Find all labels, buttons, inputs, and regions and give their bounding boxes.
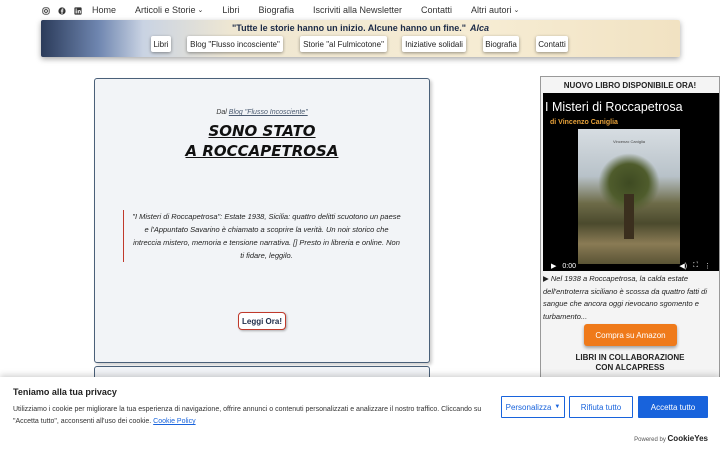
cookie-text: Utilizziamo i cookie per migliorare la t… — [13, 406, 482, 425]
nav-articoli-e-storie[interactable]: Articoli e Storie ⌄ — [135, 5, 203, 15]
banner-menu: Libri Blog "Flusso incosciente" Storie "… — [41, 36, 680, 52]
video-author: di Vincenzo Caniglia — [550, 119, 618, 126]
article-excerpt: "I Misteri di Roccapetrosa": Estate 1938… — [123, 210, 401, 262]
nav-biografia[interactable]: Biografia — [258, 5, 294, 15]
sidebar-new-book: NUOVO LIBRO DISPONIBILE ORA! I Misteri d… — [540, 76, 720, 386]
book-cover-image: Vincenzo Caniglia — [578, 129, 680, 264]
cookieyes-logo: CookieYes — [667, 434, 708, 443]
read-more-button[interactable]: Leggi Ora! — [238, 312, 286, 330]
accept-all-button[interactable]: Accetta tutto — [638, 396, 708, 418]
linkedin-icon[interactable] — [74, 6, 82, 15]
video-controls: ▶ 0:00 ◀) ⛶ ⋮ — [551, 261, 711, 271]
customize-button[interactable]: Personalizza ▼ — [501, 396, 565, 418]
cookie-consent-bar: Teniamo alla tua privacy Utilizziamo i c… — [0, 377, 720, 450]
facebook-icon[interactable] — [58, 6, 66, 15]
cookie-title: Teniamo alla tua privacy — [13, 387, 117, 397]
menu-biografia[interactable]: Biografia — [483, 36, 519, 52]
caret-down-icon: ▼ — [554, 404, 561, 410]
nav-home[interactable]: Home — [92, 5, 116, 15]
reject-all-button[interactable]: Rifiuta tutto — [569, 396, 633, 418]
chevron-down-icon: ⌄ — [197, 7, 204, 14]
chevron-down-icon: ⌄ — [513, 7, 520, 14]
cookie-policy-link[interactable]: Cookie Policy — [153, 418, 195, 425]
sidebar-title: NUOVO LIBRO DISPONIBILE ORA! — [563, 81, 697, 90]
more-options-icon[interactable]: ⋮ — [704, 262, 711, 270]
menu-contatti[interactable]: Contatti — [536, 36, 568, 52]
video-time: 0:00 — [562, 262, 577, 270]
fullscreen-icon[interactable]: ⛶ — [693, 262, 698, 270]
instagram-icon[interactable] — [42, 6, 50, 15]
nav-contatti[interactable]: Contatti — [421, 5, 452, 15]
top-navigation: Home Articoli e Storie ⌄ Libri Biografia … — [0, 0, 720, 20]
blog-link[interactable]: Blog "Flusso Incosciente" — [229, 109, 308, 116]
menu-storie[interactable]: Storie "al Fulmicotone" — [300, 36, 387, 52]
nav-altri-autori[interactable]: Altri autori ⌄ — [471, 5, 519, 15]
nav-newsletter[interactable]: Iscriviti alla Newsletter — [313, 5, 402, 15]
video-title: I Misteri di Roccapetrosa — [545, 100, 683, 114]
volume-icon[interactable]: ◀) — [679, 262, 687, 270]
collab-heading: LIBRI IN COLLABORAZIONE CON ALCAPRESS — [575, 353, 685, 372]
menu-iniziative[interactable]: Iniziative solidali — [402, 36, 466, 52]
play-small-icon: ▶ — [543, 274, 551, 283]
menu-libri[interactable]: Libri — [151, 36, 171, 52]
banner-quote: "Tutte le storie hanno un inizio. Alcune… — [231, 23, 490, 33]
play-icon[interactable]: ▶ — [551, 262, 556, 270]
quote-author: Alca — [470, 23, 490, 33]
book-video-player[interactable]: I Misteri di Roccapetrosa di Vincenzo Ca… — [543, 93, 719, 271]
article-source: Dal Blog "Flusso Incosciente" — [216, 109, 308, 116]
powered-by: Powered by CookieYes — [634, 434, 708, 443]
social-icons — [42, 6, 82, 15]
featured-article-card: Dal Blog "Flusso Incosciente" SONO STATO… — [94, 78, 430, 363]
book-blurb: ▶ Nel 1938 a Roccapetrosa, la calda esta… — [543, 274, 708, 321]
buy-on-amazon-button[interactable]: Compra su Amazon — [584, 324, 677, 346]
header-banner: "Tutte le storie hanno un inizio. Alcune… — [41, 20, 680, 57]
article-headline: SONO STATO A ROCCAPETROSA — [185, 122, 339, 160]
menu-blog[interactable]: Blog "Flusso incosciente" — [187, 36, 283, 52]
nav-libri[interactable]: Libri — [222, 5, 239, 15]
